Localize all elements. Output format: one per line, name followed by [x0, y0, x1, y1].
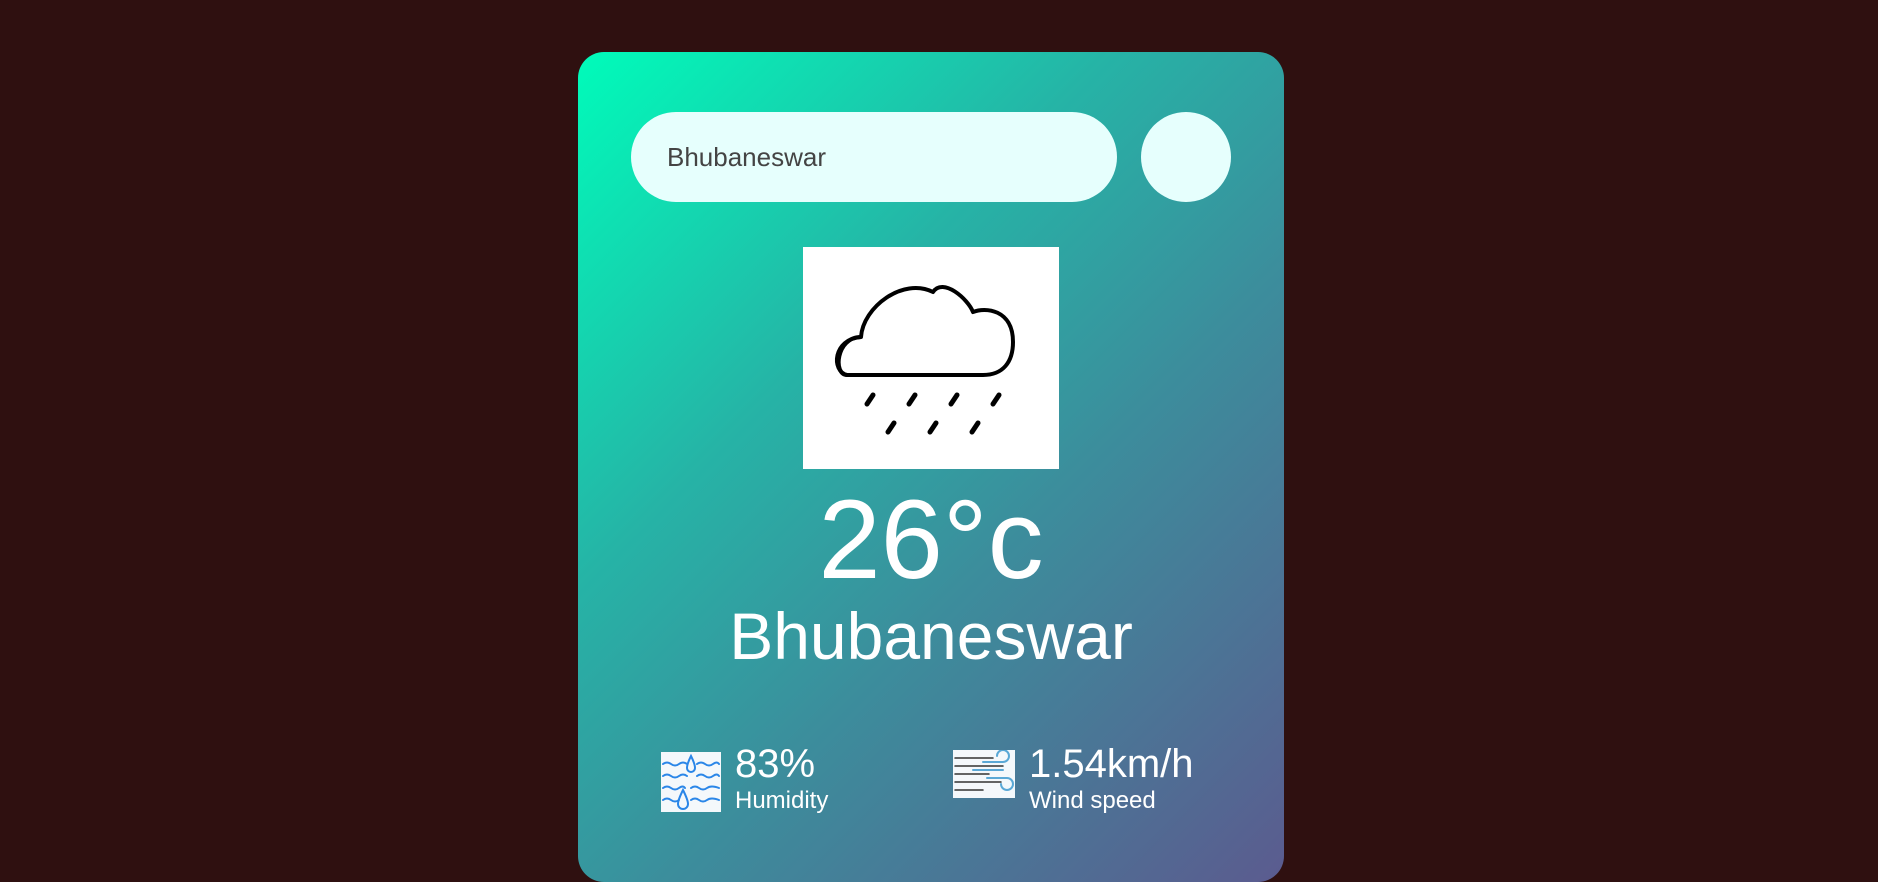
search-button[interactable]	[1141, 112, 1231, 202]
city-name: Bhubaneswar	[729, 599, 1133, 673]
weather-card: 26°c Bhubaneswar 83% Humi	[578, 52, 1284, 882]
search-input[interactable]	[631, 112, 1117, 202]
humidity-stat: 83% Humidity	[661, 742, 828, 816]
wind-speed-label: Wind speed	[1029, 787, 1156, 814]
rain-cloud-icon	[803, 247, 1059, 469]
wind-icon	[953, 749, 1015, 798]
humidity-value: 83%	[735, 742, 816, 786]
wind-speed-value: 1.54km/h	[1029, 742, 1194, 786]
humidity-icon	[661, 752, 721, 812]
temperature-value: 26°c	[818, 477, 1044, 602]
humidity-label: Humidity	[735, 787, 829, 814]
wind-stat: 1.54km/h Wind speed	[953, 742, 1194, 816]
